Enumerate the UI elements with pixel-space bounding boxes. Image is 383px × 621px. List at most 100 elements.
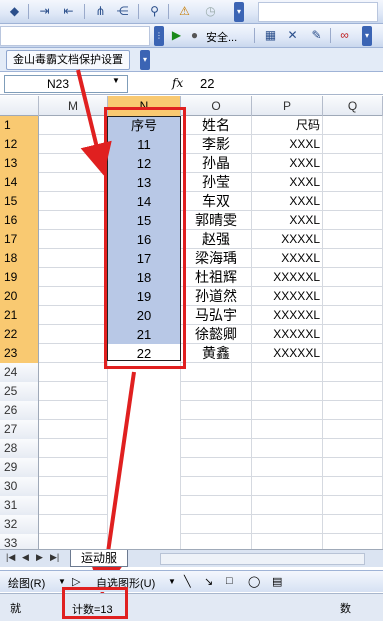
row-header[interactable]: 16 xyxy=(0,211,39,230)
textbox-tool-icon[interactable]: ▤ xyxy=(272,575,282,588)
cell-N[interactable] xyxy=(108,477,181,496)
row-header[interactable]: 27 xyxy=(0,420,39,439)
cell-M[interactable] xyxy=(39,344,108,363)
cell-P[interactable] xyxy=(252,420,323,439)
cell-P[interactable] xyxy=(252,363,323,382)
cell-O[interactable]: 徐懿卿 xyxy=(181,325,252,344)
cell-M[interactable] xyxy=(39,116,108,135)
dependents-icon[interactable]: ⚲ xyxy=(146,3,163,20)
cell-P[interactable]: XXXL xyxy=(252,173,323,192)
row-header[interactable]: 26 xyxy=(0,401,39,420)
cell-P[interactable] xyxy=(252,401,323,420)
cell-Q[interactable] xyxy=(323,477,383,496)
cell-Q[interactable] xyxy=(323,515,383,534)
cell-N[interactable] xyxy=(108,420,181,439)
row-header[interactable]: 32 xyxy=(0,515,39,534)
cell-M[interactable] xyxy=(39,515,108,534)
cell-M[interactable] xyxy=(39,268,108,287)
cell-Q[interactable] xyxy=(323,268,383,287)
cell-Q[interactable] xyxy=(323,401,383,420)
cell-P[interactable]: XXXL xyxy=(252,211,323,230)
cell-P[interactable] xyxy=(252,439,323,458)
cell-Q[interactable] xyxy=(323,230,383,249)
cell-Q[interactable] xyxy=(323,135,383,154)
column-header-P[interactable]: P xyxy=(252,96,323,116)
toolbar-options-grip[interactable]: ▾ xyxy=(234,2,244,22)
cell-Q[interactable] xyxy=(323,344,383,363)
function-icon[interactable]: fx xyxy=(172,76,183,90)
cell-P[interactable]: XXXL xyxy=(252,135,323,154)
cell-Q[interactable] xyxy=(323,173,383,192)
cell-O[interactable] xyxy=(181,496,252,515)
sheet-tab[interactable]: 运动服 xyxy=(70,550,129,567)
indent-icon[interactable]: ⇥ xyxy=(36,3,53,20)
column-header-O[interactable]: O xyxy=(181,96,252,116)
cell-M[interactable] xyxy=(39,477,108,496)
oval-tool-icon[interactable]: ◯ xyxy=(248,575,260,588)
cell-Q[interactable] xyxy=(323,306,383,325)
cell-O[interactable]: 梁海瑀 xyxy=(181,249,252,268)
cell-O[interactable] xyxy=(181,439,252,458)
toolbar-options-grip[interactable]: ▾ xyxy=(362,26,372,46)
cell-O[interactable]: 孙晶 xyxy=(181,154,252,173)
cell-M[interactable] xyxy=(39,287,108,306)
cell-N[interactable] xyxy=(108,496,181,515)
cell-O[interactable] xyxy=(181,420,252,439)
row-header[interactable]: 24 xyxy=(0,363,39,382)
cell-Q[interactable] xyxy=(323,154,383,173)
security-button[interactable]: 安全... xyxy=(206,29,237,45)
cell-O[interactable] xyxy=(181,458,252,477)
row-header[interactable]: 28 xyxy=(0,439,39,458)
cell-M[interactable] xyxy=(39,211,108,230)
cell-Q[interactable] xyxy=(323,325,383,344)
cell-N[interactable] xyxy=(108,401,181,420)
line-tool-icon[interactable]: ╲ xyxy=(184,575,191,588)
cell-M[interactable] xyxy=(39,496,108,515)
cell-M[interactable] xyxy=(39,458,108,477)
cell-M[interactable] xyxy=(39,363,108,382)
chevron-down-icon[interactable]: ▼ xyxy=(58,577,66,586)
format-painter-icon[interactable]: ◆ xyxy=(6,3,23,20)
cell-P[interactable] xyxy=(252,515,323,534)
row-header[interactable]: 21 xyxy=(0,306,39,325)
cell-M[interactable] xyxy=(39,382,108,401)
row-header[interactable]: 23 xyxy=(0,344,39,363)
cell-P[interactable]: XXXXXL xyxy=(252,344,323,363)
cell-P[interactable]: XXXXXL xyxy=(252,287,323,306)
row-header[interactable]: 29 xyxy=(0,458,39,477)
cell-O[interactable]: 孙道然 xyxy=(181,287,252,306)
dot-icon[interactable]: ● xyxy=(186,27,203,44)
row-header[interactable]: 18 xyxy=(0,249,39,268)
cell-N[interactable] xyxy=(108,515,181,534)
cell-O[interactable] xyxy=(181,515,252,534)
cell-M[interactable] xyxy=(39,249,108,268)
horizontal-scrollbar[interactable] xyxy=(160,553,365,565)
cell-M[interactable] xyxy=(39,154,108,173)
row-header[interactable]: 13 xyxy=(0,154,39,173)
cell-P[interactable]: XXXL xyxy=(252,154,323,173)
row-header[interactable]: 12 xyxy=(0,135,39,154)
cell-P[interactable]: XXXXL xyxy=(252,230,323,249)
cell-M[interactable] xyxy=(39,173,108,192)
cell-Q[interactable] xyxy=(323,249,383,268)
tools-icon[interactable]: ✕ xyxy=(284,27,301,44)
prev-sheet-icon[interactable]: ◀ xyxy=(22,552,29,563)
tree-collapse-icon[interactable]: ⋲ xyxy=(114,3,131,20)
chevron-down-icon[interactable]: ▼ xyxy=(168,577,176,586)
cell-P[interactable] xyxy=(252,382,323,401)
last-sheet-icon[interactable]: ▶| xyxy=(50,552,59,563)
cell-Q[interactable] xyxy=(323,458,383,477)
cell-P[interactable] xyxy=(252,477,323,496)
cell-Q[interactable] xyxy=(323,211,383,230)
cell-O[interactable]: 黄鑫 xyxy=(181,344,252,363)
name-box[interactable]: N23 xyxy=(4,75,128,93)
row-header[interactable]: 20 xyxy=(0,287,39,306)
rectangle-tool-icon[interactable]: □ xyxy=(226,575,233,587)
row-header[interactable]: 30 xyxy=(0,477,39,496)
cell-O[interactable] xyxy=(181,382,252,401)
cell-P[interactable]: XXXL xyxy=(252,192,323,211)
first-sheet-icon[interactable]: |◀ xyxy=(6,552,15,563)
cell-M[interactable] xyxy=(39,325,108,344)
cell-M[interactable] xyxy=(39,306,108,325)
cell-M[interactable] xyxy=(39,420,108,439)
